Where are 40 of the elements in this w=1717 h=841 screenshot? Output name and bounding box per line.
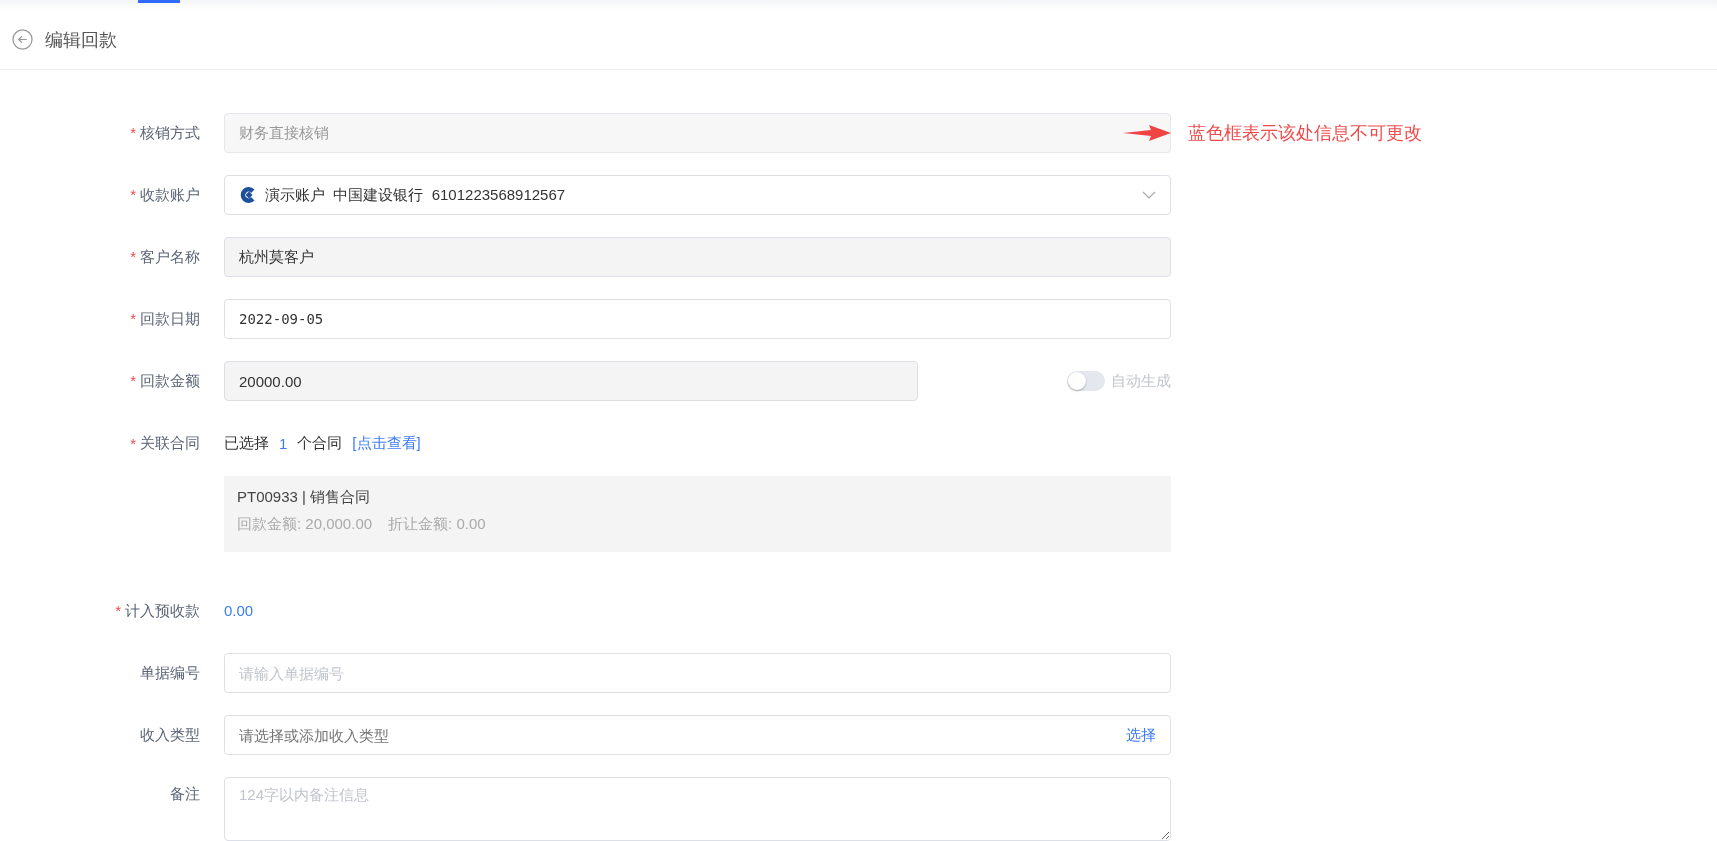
annotation-text: 蓝色框表示该处信息不可更改 (1188, 121, 1422, 145)
field-label: 回款金额 (140, 371, 200, 391)
view-link[interactable]: [点击查看] (352, 433, 421, 453)
required-mark: * (115, 601, 121, 621)
chevron-down-icon (1142, 190, 1156, 200)
income-type-field[interactable]: 请选择或添加收入类型 选择 (224, 715, 1171, 755)
advance-amount: 0.00 (224, 602, 254, 619)
text-field[interactable]: 杭州莫客户 (224, 237, 1171, 277)
required-mark: * (130, 185, 136, 205)
field-label: 单据编号 (140, 663, 200, 683)
text-field[interactable]: 2022-09-05 (224, 299, 1171, 339)
field-label: 收款账户 (140, 185, 200, 205)
field-label: 收入类型 (140, 725, 200, 745)
payment-amount: 回款金额: 20,000.00 (237, 515, 373, 534)
field-label: 计入预收款 (125, 601, 200, 621)
field-label: 回款日期 (140, 309, 200, 329)
required-mark: * (130, 247, 136, 267)
field-label: 备注 (170, 785, 200, 804)
contract-unit: 个合同 (297, 433, 343, 453)
active-tab-indicator (138, 0, 180, 3)
contract-title: PT00933 | 销售合同 (237, 488, 372, 507)
required-mark: * (130, 434, 136, 452)
text-field[interactable]: 请输入单据编号 (224, 653, 1171, 693)
toggle-label: 自动生成 (1111, 371, 1171, 391)
discount-amount: 折让金额: 0.00 (388, 515, 486, 534)
back-icon[interactable] (12, 29, 33, 50)
account-select[interactable]: 演示账户 中国建设银行 6101223568912567 (224, 175, 1171, 215)
field-label: 关联合同 (140, 433, 200, 453)
required-mark: * (130, 123, 136, 143)
page-title: 编辑回款 (45, 27, 117, 52)
selected-label: 已选择 (224, 433, 269, 453)
remarks-field[interactable]: 124字以内备注信息 (224, 777, 1171, 841)
toggle-switch[interactable] (1067, 371, 1105, 391)
field-label: 核销方式 (140, 123, 200, 143)
required-mark: * (130, 309, 136, 329)
contract-count: 1 (279, 434, 288, 452)
amount-field[interactable]: 20000.00 (224, 361, 918, 401)
field-label: 客户名称 (140, 247, 200, 267)
required-mark: * (130, 371, 136, 391)
select-button[interactable]: 选择 (1126, 725, 1156, 745)
